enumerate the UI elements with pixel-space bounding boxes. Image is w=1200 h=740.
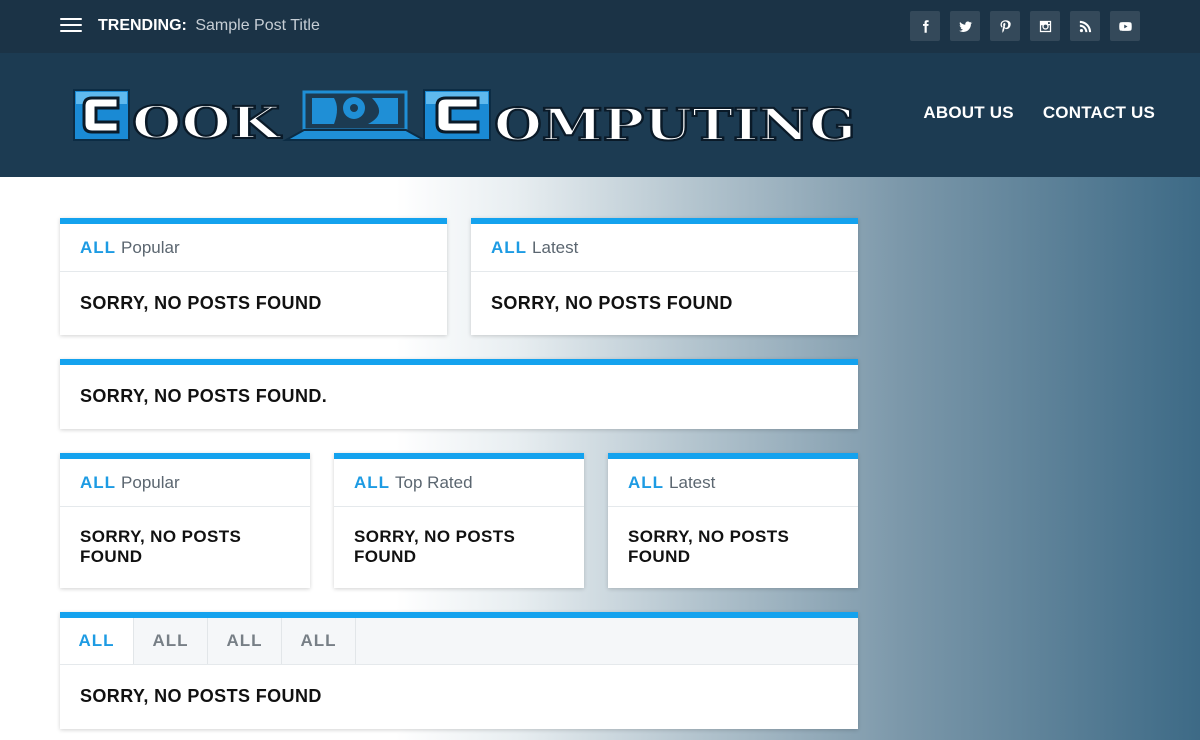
widget-header: ALL Popular	[60, 224, 447, 272]
trending-ticker: TRENDING: Sample Post Title	[98, 15, 320, 37]
empty-message-line: SORRY, NO POSTS	[628, 527, 790, 546]
site-header: OOK OMPUTING ABOUT US CONTACT US	[0, 53, 1200, 177]
empty-message: SORRY, NO POSTS FOUND.	[80, 386, 328, 406]
nav-contact-us[interactable]: CONTACT US	[1043, 103, 1155, 123]
latest-posts-widget: ALL Latest SORRY, NO POSTS FOUND	[608, 453, 858, 588]
widget-header: ALL Popular	[60, 459, 310, 507]
top-bar: TRENDING: Sample Post Title	[0, 0, 1200, 53]
empty-message: SORRY, NO POSTS FOUND	[80, 686, 322, 706]
widget-header: ALL Latest	[608, 459, 858, 507]
menu-icon[interactable]	[60, 17, 82, 34]
featured-posts-widget: SORRY, NO POSTS FOUND.	[60, 359, 858, 429]
tabbed-posts-widget: ALL ALL ALL ALL SORRY, NO POSTS FOUND	[60, 612, 858, 729]
top-rated-posts-widget: ALL Top Rated SORRY, NO POSTS FOUND	[334, 453, 584, 588]
widget-category-label: Popular	[121, 472, 180, 492]
nav-about-us[interactable]: ABOUT US	[923, 103, 1013, 123]
site-logo[interactable]: OOK OMPUTING	[72, 84, 860, 146]
filter-all-link[interactable]: ALL	[628, 473, 664, 493]
tab-all-4[interactable]: ALL	[282, 618, 356, 664]
empty-message: SORRY, NO POSTS FOUND	[80, 292, 322, 313]
empty-message: SORRY, NO POSTS FOUND	[334, 507, 584, 567]
widget-header: ALL Top Rated	[334, 459, 584, 507]
popular-posts-widget: ALL Popular SORRY, NO POSTS FOUND	[60, 218, 447, 335]
trending-post-link[interactable]: Sample Post Title	[195, 17, 320, 34]
youtube-icon[interactable]	[1110, 11, 1140, 41]
widget-tabs: ALL ALL ALL ALL	[60, 618, 858, 665]
popular-posts-widget: ALL Popular SORRY, NO POSTS FOUND	[60, 453, 310, 588]
widget-category-label: Latest	[532, 237, 579, 257]
tab-all-2[interactable]: ALL	[134, 618, 208, 664]
widget-category-label: Latest	[669, 472, 716, 492]
empty-message-line: SORRY, NO POSTS	[80, 527, 242, 546]
empty-message-line: SORRY, NO POSTS	[354, 527, 516, 546]
filter-all-link[interactable]: ALL	[80, 238, 116, 258]
svg-text:OMPUTING: OMPUTING	[494, 100, 856, 146]
filter-all-link[interactable]: ALL	[491, 238, 527, 258]
empty-message-line: FOUND	[80, 547, 143, 566]
pinterest-icon[interactable]	[990, 11, 1020, 41]
facebook-icon[interactable]	[910, 11, 940, 41]
filter-all-link[interactable]: ALL	[354, 473, 390, 493]
empty-message-line: FOUND	[628, 547, 691, 566]
rss-icon[interactable]	[1070, 11, 1100, 41]
instagram-icon[interactable]	[1030, 11, 1060, 41]
widget-category-label: Popular	[121, 237, 180, 257]
twitter-icon[interactable]	[950, 11, 980, 41]
filter-all-link[interactable]: ALL	[80, 473, 116, 493]
widget-header: ALL Latest	[471, 224, 858, 272]
empty-message: SORRY, NO POSTS FOUND	[608, 507, 858, 567]
latest-posts-widget: ALL Latest SORRY, NO POSTS FOUND	[471, 218, 858, 335]
empty-message-line: FOUND	[354, 547, 417, 566]
tab-all-1[interactable]: ALL	[60, 618, 134, 664]
widget-category-label: Top Rated	[395, 472, 473, 492]
svg-text:OOK: OOK	[132, 98, 282, 146]
empty-message: SORRY, NO POSTS FOUND	[60, 507, 310, 567]
main-nav: ABOUT US CONTACT US	[923, 103, 1155, 123]
empty-message: SORRY, NO POSTS FOUND	[491, 292, 733, 313]
tab-all-3[interactable]: ALL	[208, 618, 282, 664]
social-links	[910, 11, 1140, 41]
trending-label: TRENDING:	[98, 17, 187, 34]
